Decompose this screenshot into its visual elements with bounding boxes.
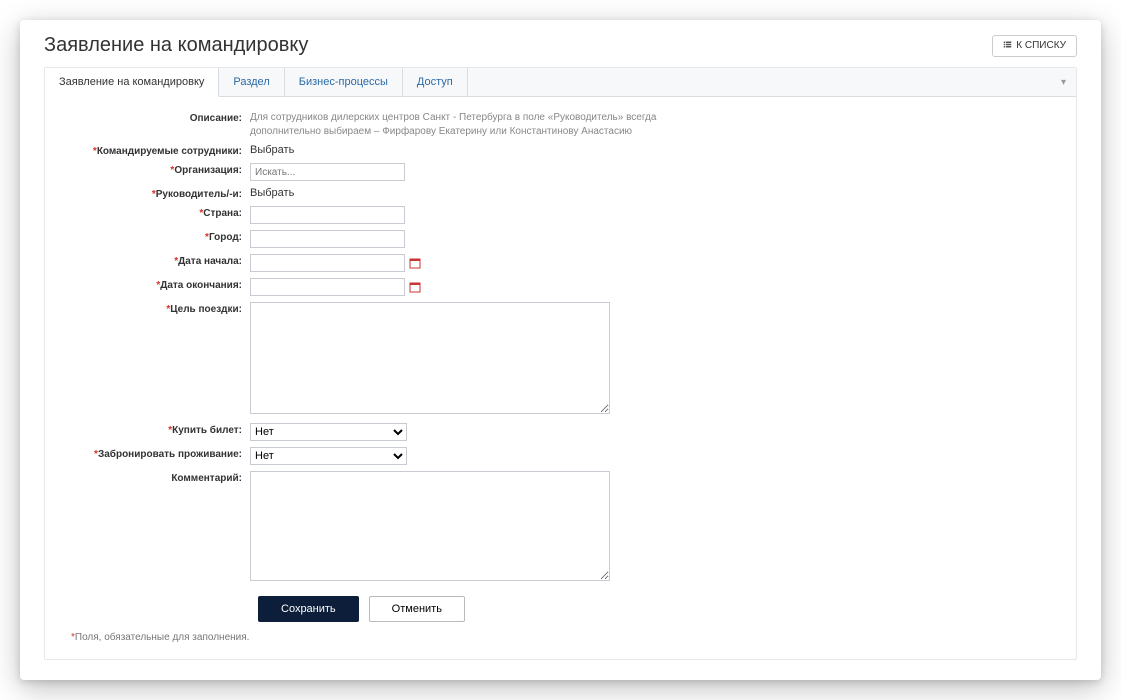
start-date-picker-icon[interactable] [407, 254, 423, 272]
required-footnote: *Поля, обязательные для заполнения. [65, 632, 1056, 649]
managers-select-link[interactable]: Выбрать [250, 187, 294, 199]
employees-select-link[interactable]: Выбрать [250, 144, 294, 156]
managers-label: *Руководитель/-и: [65, 187, 250, 200]
save-button[interactable]: Сохранить [258, 596, 359, 622]
booking-label: *Забронировать проживание: [65, 447, 250, 460]
cancel-button[interactable]: Отменить [369, 596, 465, 622]
content-panel: Заявление на командировку Раздел Бизнес-… [44, 67, 1077, 660]
country-label: *Страна: [65, 206, 250, 219]
tab-application[interactable]: Заявление на командировку [45, 68, 219, 97]
form-area: Описание: Для сотрудников дилерских цент… [45, 97, 1076, 659]
ticket-label: *Купить билет: [65, 423, 250, 436]
page-title: Заявление на командировку [44, 34, 308, 57]
tab-processes[interactable]: Бизнес-процессы [285, 68, 403, 96]
org-search-input[interactable] [250, 163, 405, 181]
end-date-label: *Дата окончания: [65, 278, 250, 291]
comment-label: Комментарий: [65, 471, 250, 484]
description-text: Для сотрудников дилерских центров Санкт … [250, 111, 670, 138]
booking-select[interactable]: Нет [250, 447, 407, 465]
app-window: Заявление на командировку К СПИСКУ Заявл… [20, 20, 1101, 680]
employees-label: *Командируемые сотрудники: [65, 144, 250, 157]
end-date-input[interactable] [250, 278, 405, 296]
purpose-label: *Цель поездки: [65, 302, 250, 315]
city-label: *Город: [65, 230, 250, 243]
city-input[interactable] [250, 230, 405, 248]
button-row: Сохранить Отменить [258, 596, 1056, 622]
tabs: Заявление на командировку Раздел Бизнес-… [45, 68, 1076, 97]
back-to-list-button[interactable]: К СПИСКУ [992, 35, 1077, 57]
description-label: Описание: [65, 111, 250, 124]
header: Заявление на командировку К СПИСКУ [20, 20, 1101, 67]
tabs-more-icon[interactable]: ▾ [1051, 77, 1076, 88]
purpose-textarea[interactable] [250, 302, 610, 414]
ticket-select[interactable]: Нет [250, 423, 407, 441]
back-label: К СПИСКУ [1016, 40, 1066, 51]
org-label: *Организация: [65, 163, 250, 176]
end-date-picker-icon[interactable] [407, 278, 423, 296]
tab-access[interactable]: Доступ [403, 68, 468, 96]
comment-textarea[interactable] [250, 471, 610, 581]
tab-section[interactable]: Раздел [219, 68, 284, 96]
country-input[interactable] [250, 206, 405, 224]
start-date-input[interactable] [250, 254, 405, 272]
list-icon [1003, 40, 1012, 52]
start-date-label: *Дата начала: [65, 254, 250, 267]
